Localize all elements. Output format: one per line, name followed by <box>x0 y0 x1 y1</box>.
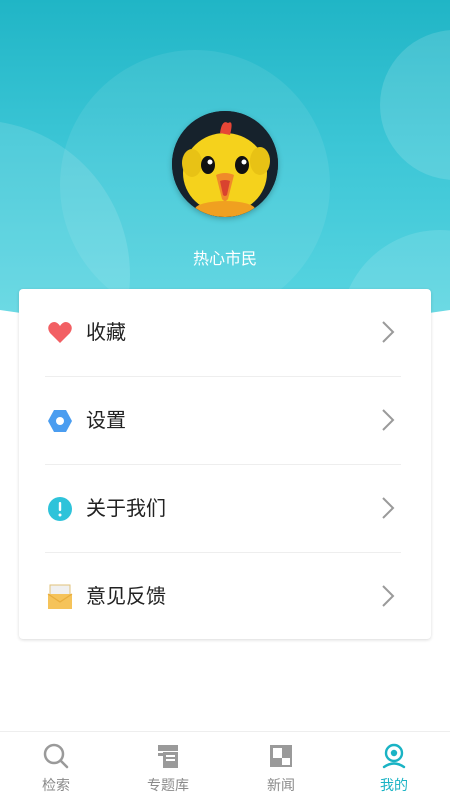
menu-item-settings[interactable]: 设置 <box>19 377 431 464</box>
menu-item-favorites[interactable]: 收藏 <box>19 289 431 376</box>
heart-icon <box>48 322 72 343</box>
chevron-right-icon <box>382 409 395 431</box>
decorative-circle <box>380 30 450 180</box>
menu-card: 收藏 设置 关于我们 意见反馈 <box>19 289 431 639</box>
avatar[interactable] <box>172 111 278 217</box>
chevron-right-icon <box>382 497 395 519</box>
menu-item-feedback[interactable]: 意见反馈 <box>19 553 431 640</box>
tab-label: 检索 <box>42 778 70 794</box>
menu-item-label: 关于我们 <box>86 496 166 520</box>
tab-label: 专题库 <box>147 778 189 794</box>
info-icon <box>48 497 72 521</box>
menu-item-label: 设置 <box>86 408 126 432</box>
tab-label: 新闻 <box>267 778 295 794</box>
library-icon <box>158 745 178 768</box>
tab-label: 我的 <box>380 778 408 794</box>
hexagon-settings-icon <box>48 410 72 432</box>
menu-item-label: 意见反馈 <box>86 584 166 608</box>
menu-item-about[interactable]: 关于我们 <box>19 465 431 552</box>
tab-search[interactable]: 检索 <box>0 732 112 801</box>
tab-mine[interactable]: 我的 <box>338 732 450 801</box>
envelope-icon <box>47 584 73 609</box>
news-icon <box>270 745 292 767</box>
chick-mascot-avatar <box>172 111 278 217</box>
tab-news[interactable]: 新闻 <box>225 732 337 801</box>
profile-icon <box>382 743 406 769</box>
menu-item-label: 收藏 <box>86 320 126 344</box>
search-icon <box>43 743 69 769</box>
tab-library[interactable]: 专题库 <box>112 732 224 801</box>
chevron-right-icon <box>382 585 395 607</box>
bottom-tab-bar: 检索 专题库 新闻 我的 <box>0 731 450 801</box>
chevron-right-icon <box>382 321 395 343</box>
username: 热心市民 <box>192 249 257 268</box>
